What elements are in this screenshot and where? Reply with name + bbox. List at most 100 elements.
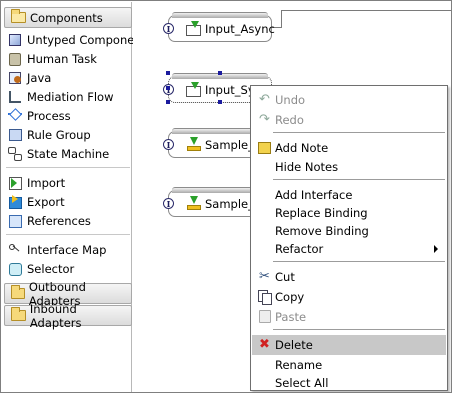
menu-item-paste[interactable]: Paste (252, 307, 446, 326)
menu-item-refactor[interactable]: Refactor (252, 239, 446, 258)
palette-item-label: Mediation Flow (27, 90, 114, 104)
menu-item-cut[interactable]: ✂ Cut (252, 267, 446, 286)
node-header-bar (172, 12, 268, 18)
palette-item-rule-group[interactable]: Rule Group (7, 126, 91, 144)
folder-icon (11, 285, 25, 299)
menu-item-select-all[interactable]: Select All (252, 373, 446, 392)
folder-icon (11, 307, 26, 321)
export-icon (186, 137, 201, 151)
palette-item-export[interactable]: Export (7, 193, 65, 211)
submenu-arrow-icon (434, 245, 438, 253)
connection-wire[interactable] (281, 10, 451, 11)
menu-item-remove-binding[interactable]: Remove Binding (252, 221, 446, 240)
menu-item-undo[interactable]: ↶ Undo (252, 90, 446, 109)
delete-icon: ✖ (259, 337, 270, 352)
palette-separator (6, 234, 130, 235)
palette-item-label: Export (27, 195, 65, 209)
palette-item-label: State Machine (27, 147, 110, 161)
menu-item-label: Redo (275, 112, 304, 127)
palette-item-state-machine[interactable]: State Machine (7, 145, 109, 163)
selection-handle[interactable] (166, 86, 170, 90)
redo-icon: ↷ (259, 112, 270, 127)
export-envelope-icon (186, 82, 201, 97)
menu-item-label: Delete (275, 338, 313, 352)
selector-icon (7, 261, 23, 277)
assembly-editor-window: Components Untyped Component Human Task … (0, 0, 452, 393)
menu-item-delete[interactable]: ✖ Delete (252, 335, 446, 355)
context-menu: ↶ Undo ↷ Redo Add Note Hide Notes Add In… (250, 85, 448, 391)
inbound-adapters-label: Inbound Adapters (29, 301, 82, 330)
components-drawer-label: Components (30, 10, 103, 25)
interface-marker-icon[interactable]: I (163, 23, 174, 34)
mediation-flow-icon (7, 89, 23, 105)
copy-icon (257, 289, 272, 305)
menu-separator (273, 179, 445, 180)
palette-item-label: Untyped Component (27, 33, 147, 47)
menu-separator (273, 132, 445, 133)
state-machine-icon (7, 146, 23, 162)
rule-group-icon (7, 127, 23, 143)
import-icon (7, 175, 23, 191)
menu-item-add-interface[interactable]: Add Interface (252, 185, 446, 204)
note-icon (257, 140, 272, 155)
palette-item-process[interactable]: Process (7, 107, 71, 125)
menu-item-label: Add Note (275, 140, 329, 155)
palette: Components Untyped Component Human Task … (2, 2, 146, 392)
menu-item-add-note[interactable]: Add Note (252, 138, 446, 157)
undo-icon: ↶ (259, 92, 270, 107)
palette-item-human-task[interactable]: Human Task (7, 50, 97, 68)
menu-item-label: Select All (275, 375, 329, 390)
selection-handle[interactable] (166, 71, 170, 75)
menu-item-label: Cut (275, 269, 295, 284)
menu-item-label: Undo (275, 92, 306, 107)
interface-marker-icon[interactable]: I (163, 198, 174, 209)
interface-map-icon (7, 242, 23, 258)
export-node-input-async[interactable]: I Input_Async (163, 12, 275, 42)
menu-item-label: Paste (275, 309, 307, 324)
palette-item-label: Human Task (27, 52, 97, 66)
menu-separator (273, 261, 445, 262)
menu-item-label: Remove Binding (275, 223, 369, 238)
connection-wire[interactable] (281, 10, 282, 28)
palette-item-untyped-component[interactable]: Untyped Component (7, 31, 146, 49)
palette-item-label: Process (27, 109, 71, 123)
palette-item-selector[interactable]: Selector (7, 260, 74, 278)
inbound-adapters-drawer[interactable]: Inbound Adapters (4, 302, 132, 330)
selection-handle[interactable] (218, 100, 222, 104)
menu-item-copy[interactable]: Copy (252, 287, 446, 306)
palette-item-java[interactable]: Java (7, 69, 51, 87)
menu-separator (273, 329, 445, 330)
menu-item-hide-notes[interactable]: Hide Notes (252, 157, 446, 176)
process-icon (7, 108, 23, 124)
node-label: Input_Async (205, 22, 275, 36)
menu-item-label: Hide Notes (275, 159, 339, 174)
menu-item-label: Rename (275, 357, 323, 372)
palette-item-references[interactable]: References (7, 212, 91, 230)
menu-item-label: Replace Binding (275, 205, 368, 220)
palette-item-label: Interface Map (27, 243, 107, 257)
selection-handle[interactable] (166, 100, 170, 104)
folder-open-icon (11, 9, 26, 23)
menu-item-redo[interactable]: ↷ Redo (252, 110, 446, 129)
palette-item-interface-map[interactable]: Interface Map (7, 241, 106, 259)
java-icon (7, 70, 23, 86)
menu-item-label: Refactor (275, 241, 324, 256)
palette-item-label: Import (27, 176, 66, 190)
menu-item-rename[interactable]: Rename (252, 355, 446, 374)
references-icon (7, 213, 23, 229)
menu-item-replace-binding[interactable]: Replace Binding (252, 203, 446, 222)
cut-icon: ✂ (259, 269, 270, 284)
interface-marker-icon[interactable]: I (163, 139, 174, 150)
human-task-icon (7, 51, 23, 67)
palette-item-import[interactable]: Import (7, 174, 65, 192)
palette-item-label: References (27, 214, 91, 228)
export-envelope-icon (186, 21, 201, 36)
export-icon (186, 196, 201, 210)
palette-item-label: Selector (27, 262, 75, 276)
palette-item-label: Java (27, 71, 52, 85)
selection-handle[interactable] (218, 71, 222, 75)
palette-separator (6, 167, 130, 168)
palette-item-mediation-flow[interactable]: Mediation Flow (7, 88, 113, 106)
components-drawer[interactable]: Components (4, 7, 132, 28)
menu-item-label: Copy (275, 289, 305, 304)
